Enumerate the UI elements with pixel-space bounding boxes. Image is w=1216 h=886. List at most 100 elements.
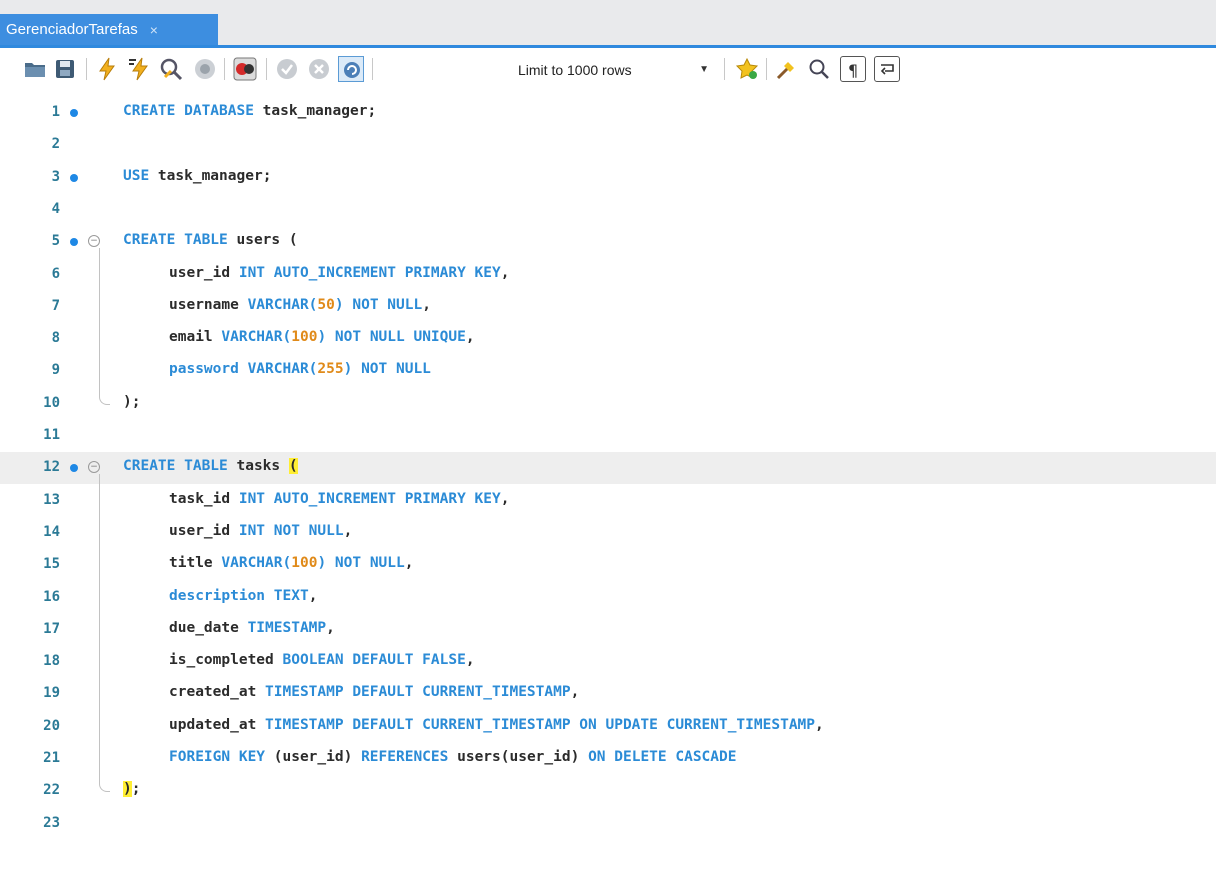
sql-text: title [169, 555, 222, 572]
sql-keyword: TIMESTAMP DEFAULT CURRENT_TIMESTAMP ON U… [265, 716, 816, 733]
autocommit-icon[interactable] [338, 56, 364, 82]
limit-rows-dropdown[interactable]: Limit to 1000 rows ▼ [512, 58, 717, 82]
rollback-icon[interactable] [306, 56, 332, 82]
code-line[interactable]: 17 due_date TIMESTAMP, [0, 614, 1216, 646]
code-text: task_id INT AUTO_INCREMENT PRIMARY KEY, [169, 491, 509, 507]
code-line[interactable]: 8 email VARCHAR(100) NOT NULL UNIQUE, [0, 323, 1216, 355]
code-line[interactable]: 4 [0, 194, 1216, 226]
code-line[interactable]: 11 [0, 420, 1216, 452]
code-line[interactable]: 9 password VARCHAR(255) NOT NULL [0, 355, 1216, 387]
close-icon[interactable]: × [150, 22, 158, 38]
sql-keyword: REFERENCES [361, 749, 449, 765]
sql-number: 100 [291, 329, 318, 346]
code-line[interactable]: 15 title VARCHAR(100) NOT NULL, [0, 549, 1216, 581]
sql-text: users ( [227, 232, 298, 249]
statement-marker-icon [70, 238, 78, 247]
code-text: updated_at TIMESTAMP DEFAULT CURRENT_TIM… [169, 717, 824, 733]
code-line[interactable]: 21 FOREIGN KEY (user_id) REFERENCES users… [0, 743, 1216, 775]
code-line[interactable]: 22); [0, 775, 1216, 807]
line-number: 9 [51, 362, 60, 379]
code-line[interactable]: 3 USE task_manager; [0, 162, 1216, 194]
sql-number: 255 [317, 361, 344, 378]
sql-keyword: BOOLEAN DEFAULT FALSE [282, 652, 466, 669]
code-line[interactable]: 13 task_id INT AUTO_INCREMENT PRIMARY KEY… [0, 485, 1216, 517]
code-text: username VARCHAR(50) NOT NULL, [169, 297, 431, 313]
line-number: 6 [51, 265, 60, 282]
invisible-chars-icon[interactable]: ¶ [840, 56, 866, 82]
sql-text: ); [123, 393, 141, 410]
line-number: 17 [43, 620, 60, 637]
beautify-icon[interactable] [774, 56, 800, 82]
find-icon[interactable] [806, 56, 832, 82]
code-line[interactable]: 7 username VARCHAR(50) NOT NULL, [0, 291, 1216, 323]
sql-text: , [343, 522, 353, 539]
sql-keyword: ) [317, 555, 327, 572]
execute-icon[interactable] [94, 56, 120, 82]
sql-text: updated_at [169, 716, 266, 733]
code-line[interactable]: 20 updated_at TIMESTAMP DEFAULT CURRENT_T… [0, 711, 1216, 743]
code-line[interactable]: 16 description TEXT, [0, 582, 1216, 614]
code-line[interactable]: 5 − CREATE TABLE users ( [0, 226, 1216, 258]
code-line[interactable]: 14 user_id INT NOT NULL, [0, 517, 1216, 549]
limit-rows-label: Limit to 1000 rows [518, 62, 632, 78]
toolbar-separator [372, 58, 373, 80]
code-text: FOREIGN KEY (user_id) REFERENCES users(u… [169, 749, 736, 765]
sql-keyword: INT AUTO_INCREMENT PRIMARY KEY [238, 264, 501, 281]
word-wrap-icon[interactable] [874, 56, 900, 82]
toolbar-separator [766, 58, 767, 80]
tab-gerenciador-tarefas[interactable]: GerenciadorTarefas × [0, 14, 218, 45]
code-line[interactable]: 18 is_completed BOOLEAN DEFAULT FALSE, [0, 646, 1216, 678]
sql-keyword: VARCHAR( [247, 296, 318, 313]
sql-editor[interactable]: 1 CREATE DATABASE task_manager; 2 3 USE task… [0, 97, 1216, 886]
code-text: due_date TIMESTAMP, [169, 620, 335, 636]
sql-keyword: NOT NULL UNIQUE [334, 329, 466, 346]
sql-keyword: INT NOT NULL [238, 522, 344, 539]
toolbar-separator [86, 58, 87, 80]
sql-number: 50 [317, 296, 335, 313]
code-text: CREATE DATABASE task_manager; [123, 103, 376, 119]
tab-title: GerenciadorTarefas [6, 21, 138, 38]
execute-current-icon[interactable] [126, 56, 152, 82]
sql-text: user_id [169, 264, 239, 281]
save-icon[interactable] [52, 56, 78, 82]
sql-text: tasks [227, 458, 289, 475]
code-text: description TEXT, [169, 588, 317, 604]
line-number: 14 [43, 523, 60, 540]
code-line[interactable]: 1 CREATE DATABASE task_manager; [0, 97, 1216, 129]
sql-keyword: FOREIGN KEY [169, 749, 266, 765]
sql-keyword: NOT NULL [361, 361, 431, 378]
sql-text: users(user_id) [448, 749, 589, 765]
fold-guide [99, 474, 100, 782]
code-line[interactable]: 2 [0, 129, 1216, 161]
line-number: 11 [43, 427, 60, 443]
sql-keyword: INT AUTO_INCREMENT PRIMARY KEY [238, 490, 501, 507]
open-folder-icon[interactable] [22, 56, 48, 82]
line-number: 22 [43, 782, 60, 799]
sql-keyword: VARCHAR( [221, 555, 292, 572]
toggle-errors-icon[interactable] [232, 56, 258, 82]
stop-icon[interactable] [192, 56, 218, 82]
code-line[interactable]: 23 [0, 808, 1216, 840]
code-text: password VARCHAR(255) NOT NULL [169, 361, 431, 377]
fold-toggle-icon[interactable]: − [88, 235, 100, 248]
line-number: 10 [43, 394, 60, 411]
explain-icon[interactable] [158, 56, 184, 82]
sql-keyword: TIMESTAMP DEFAULT CURRENT_TIMESTAMP [265, 684, 571, 701]
fold-guide [99, 248, 100, 394]
sql-keyword: ) [317, 329, 327, 346]
code-line[interactable]: 12 − CREATE TABLE tasks ( [0, 452, 1216, 485]
code-line[interactable]: 10); [0, 388, 1216, 420]
sql-text: is_completed [169, 652, 283, 669]
fold-toggle-icon[interactable]: − [88, 461, 100, 474]
code-text: ); [123, 394, 140, 410]
sql-text: due_date [169, 619, 248, 636]
code-line[interactable]: 6 user_id INT AUTO_INCREMENT PRIMARY KEY, [0, 259, 1216, 291]
code-text: created_at TIMESTAMP DEFAULT CURRENT_TIM… [169, 684, 579, 700]
commit-icon[interactable] [274, 56, 300, 82]
code-line[interactable]: 19 created_at TIMESTAMP DEFAULT CURRENT_T… [0, 678, 1216, 710]
sql-keyword: ON DELETE CASCADE [588, 749, 737, 765]
add-snippet-icon[interactable] [734, 56, 760, 82]
